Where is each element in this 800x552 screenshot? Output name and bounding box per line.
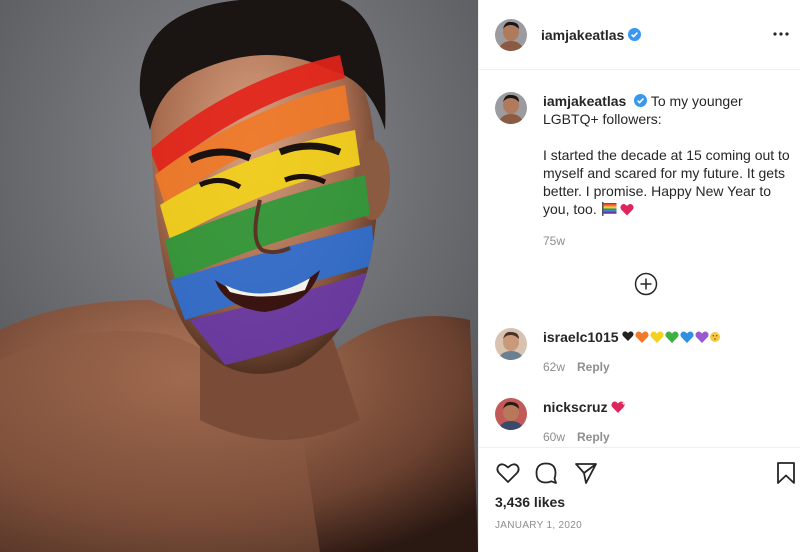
caption-body: I started the decade at 15 coming out to…	[543, 146, 791, 218]
black-heart-icon	[622, 331, 634, 342]
author-username[interactable]: iamjakeatlas	[541, 27, 624, 43]
green-heart-icon	[665, 331, 680, 343]
commenter-username[interactable]: nickscruz	[543, 399, 608, 415]
purple-heart-icon	[695, 331, 710, 343]
rainbow-flag-icon	[601, 202, 617, 216]
comment-age: 62w	[543, 360, 566, 374]
comment-body: nickscruz 60w Reply	[543, 398, 627, 444]
verified-badge-icon	[634, 94, 648, 107]
bookmark-icon[interactable]	[773, 460, 799, 486]
kissing-face-icon	[710, 332, 721, 342]
yellow-heart-icon	[650, 331, 665, 343]
instagram-post: iamjakeatlas iamjakeatlas To my younger …	[0, 0, 800, 552]
post-side-panel: iamjakeatlas iamjakeatlas To my younger …	[478, 0, 800, 552]
commenter-avatar[interactable]	[495, 328, 527, 360]
comment-meta: 62w Reply	[543, 360, 720, 374]
caption-age: 75w	[543, 234, 566, 248]
post-actions: 3,436 likes JANUARY 1, 2020	[479, 447, 800, 552]
caption-body-text: I started the decade at 15 coming out to…	[543, 147, 790, 217]
more-options-icon[interactable]	[769, 24, 793, 44]
post-header: iamjakeatlas	[479, 0, 800, 70]
comment-item: nickscruz 60w Reply	[495, 398, 791, 444]
commenter-username[interactable]: israelc1015	[543, 329, 619, 345]
red-heart-icon	[620, 204, 635, 216]
comment-icon[interactable]	[533, 460, 559, 486]
author-avatar[interactable]	[495, 18, 527, 51]
add-circle-icon[interactable]	[634, 272, 658, 296]
reply-button[interactable]: Reply	[577, 360, 610, 374]
caption-first-line: iamjakeatlas To my younger LGBTQ+ follow…	[543, 92, 791, 128]
commenter-avatar[interactable]	[495, 398, 527, 430]
comment-body: israelc1015 62w Reply	[543, 328, 721, 374]
post-date[interactable]: JANUARY 1, 2020	[495, 520, 582, 531]
caption-avatar[interactable]	[495, 92, 527, 124]
heart-icon[interactable]	[495, 460, 521, 486]
comment-age: 60w	[543, 430, 566, 444]
blue-heart-icon	[680, 331, 695, 343]
comment-line: nickscruz	[543, 398, 627, 416]
comment-meta: 60w Reply	[543, 430, 627, 444]
verified-badge-icon	[628, 28, 642, 41]
comment-item: israelc1015 62w Reply	[495, 328, 791, 374]
heart-emojis	[622, 331, 721, 343]
share-icon[interactable]	[573, 460, 599, 486]
caption-text: iamjakeatlas To my younger LGBTQ+ follow…	[543, 92, 791, 250]
post-photo[interactable]	[0, 0, 478, 552]
comment-line: israelc1015	[543, 328, 721, 346]
reply-button[interactable]: Reply	[577, 430, 610, 444]
portrait-image	[0, 0, 478, 552]
orange-heart-icon	[635, 331, 650, 343]
likes-count[interactable]: 3,436 likes	[495, 494, 565, 510]
post-caption: iamjakeatlas To my younger LGBTQ+ follow…	[495, 92, 791, 250]
sparkling-heart-icon	[611, 401, 627, 413]
caption-username[interactable]: iamjakeatlas	[543, 93, 626, 109]
